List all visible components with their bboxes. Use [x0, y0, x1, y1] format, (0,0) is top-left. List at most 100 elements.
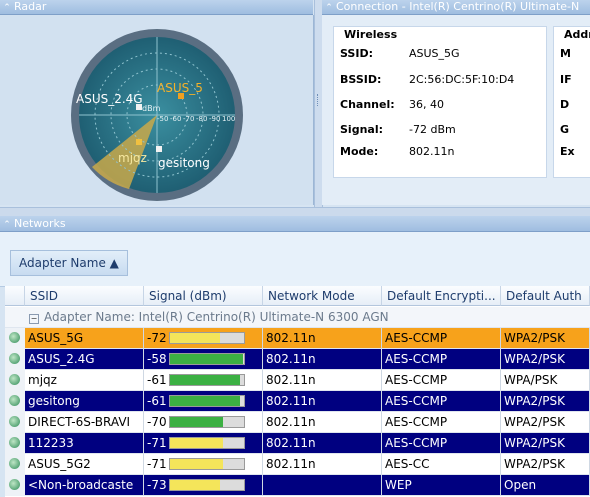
watermark	[420, 460, 590, 490]
wifi-network-icon	[9, 458, 20, 469]
cell-mode[interactable]: 802.11n	[263, 454, 382, 475]
column-header-network-mode[interactable]: Network Mode	[263, 286, 382, 306]
cell-enc[interactable]: AES-CCMP	[382, 433, 501, 454]
cell-ssid[interactable]: ASUS_5G2	[25, 454, 144, 475]
svg-text:mjqz: mjqz	[118, 151, 147, 165]
channel-label: Channel:	[340, 98, 395, 111]
network-row[interactable]: mjqz -61 802.11n AES-CCMP WPA/PSK	[5, 370, 590, 391]
connection-pane-title: Connection - Intel(R) Centrino(R) Ultima…	[336, 0, 580, 13]
signal-strength-bar	[169, 479, 245, 491]
wifi-network-icon	[9, 416, 20, 427]
cell-signal[interactable]: -61	[144, 391, 263, 412]
network-row-indicator[interactable]	[5, 433, 26, 454]
network-row-indicator[interactable]	[5, 370, 26, 391]
column-header-default-encryption[interactable]: Default Encrypti...	[382, 286, 501, 306]
network-row[interactable]: 112233 -71 802.11n AES-CCMP WPA2/PSK	[5, 433, 590, 454]
column-header-default-auth[interactable]: Default Auth	[501, 286, 590, 306]
column-header-ssid[interactable]: SSID	[25, 286, 144, 306]
cell-auth[interactable]: WPA2/PSK	[501, 412, 590, 433]
cell-auth[interactable]: WPA2/PSK	[501, 391, 590, 412]
auth-text: WPA2/PSK	[504, 415, 565, 429]
signal-text: -71	[147, 457, 167, 471]
network-row-indicator[interactable]	[5, 475, 26, 496]
cell-ssid[interactable]: mjqz	[25, 370, 144, 391]
cell-auth[interactable]: WPA2/PSK	[501, 328, 590, 349]
cell-mode[interactable]: 802.11n	[263, 328, 382, 349]
network-row-indicator[interactable]	[5, 391, 26, 412]
network-row-indicator[interactable]	[5, 454, 26, 475]
networks-pane-title: Networks	[14, 217, 66, 230]
bssid-value: 2C:56:DC:5F:10:D4	[409, 73, 515, 86]
cell-enc[interactable]: AES-CCMP	[382, 412, 501, 433]
radar-display: dBm -50 -60 -70 -80 -90 100 ASUS_2.4G AS…	[71, 29, 243, 201]
ssid-text: ASUS_5G2	[28, 457, 91, 471]
network-row[interactable]: ASUS_2.4G -58 802.11n AES-CCMP WPA2/PSK	[5, 349, 590, 370]
cell-signal[interactable]: -61	[144, 370, 263, 391]
cell-mode[interactable]: 802.11n	[263, 370, 382, 391]
cell-signal[interactable]: -70	[144, 412, 263, 433]
cell-enc[interactable]: AES-CCMP	[382, 391, 501, 412]
cell-ssid[interactable]: ASUS_5G	[25, 328, 144, 349]
cell-enc[interactable]: AES-CCMP	[382, 370, 501, 391]
auth-text: WPA/PSK	[504, 373, 558, 387]
cell-ssid[interactable]: ASUS_2.4G	[25, 349, 144, 370]
cell-signal[interactable]: -73	[144, 475, 263, 496]
column-header-signal[interactable]: Signal (dBm)	[144, 286, 263, 306]
cell-ssid[interactable]: gesitong	[25, 391, 144, 412]
cell-mode[interactable]: 802.11n	[263, 433, 382, 454]
cell-mode[interactable]: 802.11n	[263, 412, 382, 433]
cell-ssid[interactable]: <Non-broadcaste	[25, 475, 144, 496]
cell-signal[interactable]: -71	[144, 454, 263, 475]
wifi-network-icon	[9, 437, 20, 448]
auth-text: WPA2/PSK	[504, 394, 565, 408]
cell-auth[interactable]: WPA2/PSK	[501, 433, 590, 454]
collapse-chevron-icon[interactable]: ⌃	[322, 1, 336, 14]
signal-strength-bar	[169, 332, 245, 344]
cell-enc[interactable]: AES-CCMP	[382, 349, 501, 370]
group-row-adapter[interactable]: − Adapter Name: Intel(R) Centrino(R) Ulti…	[5, 307, 590, 328]
collapse-chevron-icon[interactable]: ⌃	[0, 1, 14, 14]
cell-ssid[interactable]: DIRECT-6S-BRAVI	[25, 412, 144, 433]
auth-text: WPA2/PSK	[504, 331, 565, 345]
wireless-card-title: Wireless	[342, 28, 400, 41]
cell-signal[interactable]: -71	[144, 433, 263, 454]
collapse-group-icon[interactable]: −	[29, 314, 39, 324]
signal-text: -73	[147, 478, 167, 492]
mode-text: 802.11n	[266, 415, 316, 429]
cell-auth[interactable]: WPA2/PSK	[501, 349, 590, 370]
network-row-indicator[interactable]	[5, 412, 26, 433]
network-row[interactable]: ASUS_5G -72 802.11n AES-CCMP WPA2/PSK	[5, 328, 590, 349]
cell-signal[interactable]: -72	[144, 328, 263, 349]
radar-scale-label: -70	[183, 115, 194, 123]
enc-text: AES-CCMP	[385, 352, 448, 366]
cell-auth[interactable]: WPA/PSK	[501, 370, 590, 391]
enc-text: WEP	[385, 478, 412, 492]
networks-pane-header[interactable]: ⌃ Networks	[0, 216, 590, 232]
cell-mode[interactable]	[263, 475, 382, 496]
ssid-text: <Non-broadcaste	[28, 478, 134, 492]
cell-ssid[interactable]: 112233	[25, 433, 144, 454]
mode-text: 802.11n	[266, 352, 316, 366]
connection-pane-header[interactable]: ⌃ Connection - Intel(R) Centrino(R) Ultim…	[322, 0, 590, 15]
cell-mode[interactable]: 802.11n	[263, 349, 382, 370]
cell-enc[interactable]: AES-CCMP	[382, 328, 501, 349]
network-row[interactable]: gesitong -61 802.11n AES-CCMP WPA2/PSK	[5, 391, 590, 412]
network-row-indicator[interactable]	[5, 349, 26, 370]
cell-mode[interactable]: 802.11n	[263, 391, 382, 412]
signal-strength-bar	[169, 458, 245, 470]
row-indicator-header	[5, 286, 25, 306]
wifi-network-icon	[9, 353, 20, 364]
connection-pane: Wireless SSID: ASUS_5G BSSID: 2C:56:DC:5…	[322, 15, 590, 205]
network-row[interactable]: DIRECT-6S-BRAVI -70 802.11n AES-CCMP WPA2/PS…	[5, 412, 590, 433]
svg-text:ASUS_2.4G: ASUS_2.4G	[76, 92, 143, 106]
address-card-title: Addr	[562, 28, 590, 41]
splitter-grip[interactable]	[317, 94, 320, 106]
group-by-adapter-name-chip[interactable]: Adapter Name ▲	[10, 250, 128, 276]
cell-signal[interactable]: -58	[144, 349, 263, 370]
wifi-network-icon	[9, 395, 20, 406]
address-label: Ex	[560, 145, 575, 158]
network-row-indicator[interactable]	[5, 328, 26, 349]
radar-pane-header[interactable]: ⌃ Radar	[0, 0, 313, 15]
collapse-chevron-icon[interactable]: ⌃	[0, 218, 14, 231]
ssid-label: SSID:	[340, 47, 373, 60]
